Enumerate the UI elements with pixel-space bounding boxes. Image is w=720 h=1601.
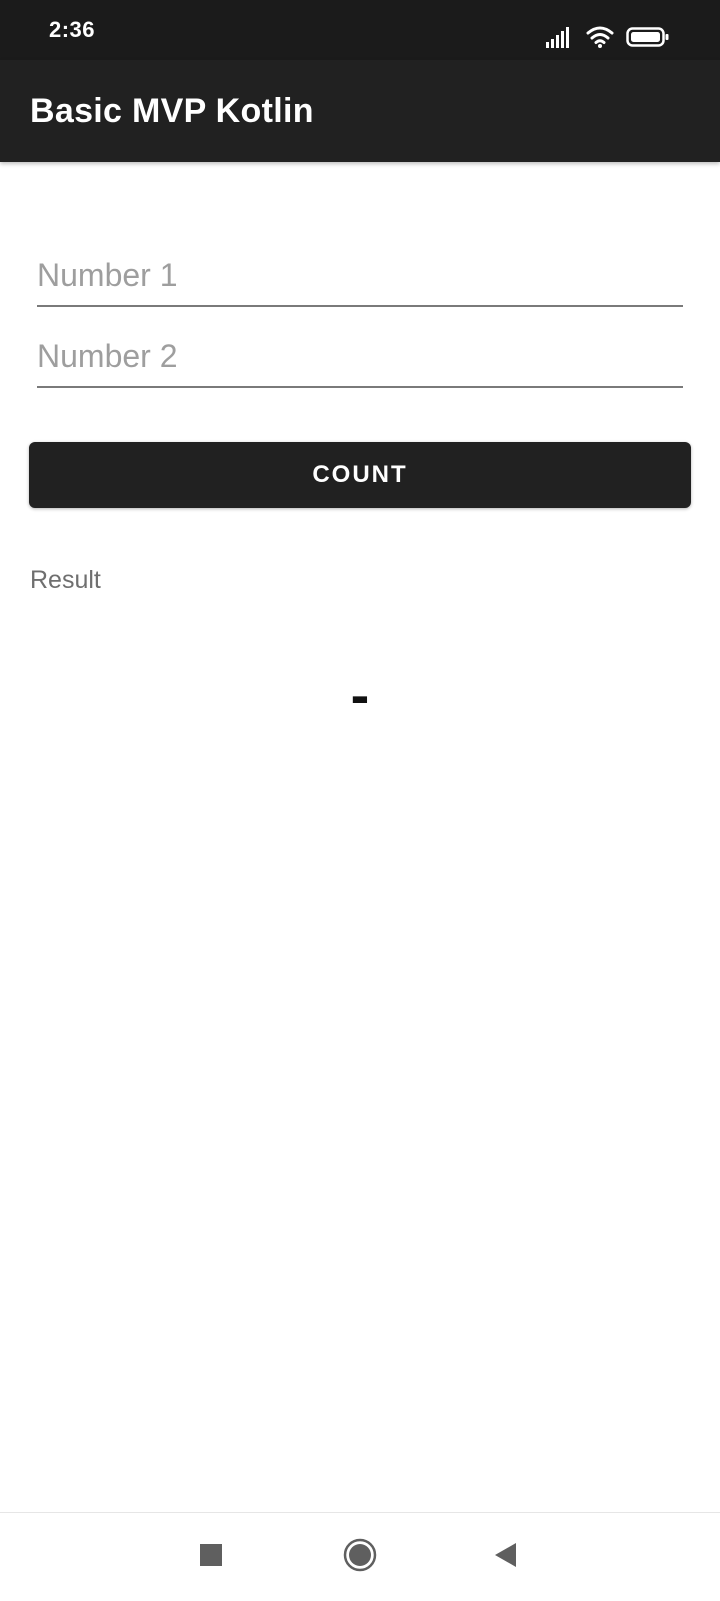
number1-input[interactable] xyxy=(37,245,683,307)
number2-input[interactable] xyxy=(37,326,683,388)
recents-button[interactable] xyxy=(187,1533,235,1581)
app-title: Basic MVP Kotlin xyxy=(30,92,314,130)
home-button[interactable] xyxy=(336,1533,384,1581)
wifi-icon xyxy=(586,26,614,53)
count-button[interactable]: COUNT xyxy=(29,442,691,508)
signal-icon xyxy=(546,26,574,53)
recents-icon xyxy=(200,1543,222,1571)
battery-icon xyxy=(626,26,670,53)
result-value: - xyxy=(350,663,370,726)
back-icon xyxy=(494,1542,518,1573)
status-bar: 2:36 xyxy=(0,0,720,60)
app-bar: Basic MVP Kotlin xyxy=(0,60,720,162)
result-label: Result xyxy=(30,566,101,594)
back-button[interactable] xyxy=(482,1533,530,1581)
status-icons xyxy=(546,26,670,53)
navigation-bar xyxy=(0,1512,720,1601)
home-icon xyxy=(343,1538,377,1577)
